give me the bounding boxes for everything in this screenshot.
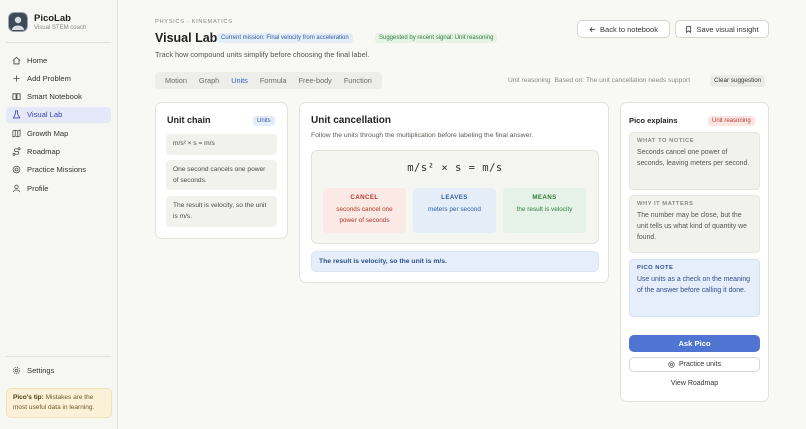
pico-explains-title: Pico explains [629,116,678,125]
practice-label: Practice units [678,361,722,368]
note-heading: PICO NOTE [637,265,674,271]
leaves-box: LEAVES meters per second [413,188,496,233]
practice-units-button[interactable]: Practice units [629,357,760,372]
unit-cancellation-title: Unit cancellation [311,115,392,126]
tab-motion[interactable]: Motion [159,76,193,85]
chain-step: One second cancels one power of seconds. [166,160,277,190]
sidebar-item-profile[interactable]: Profile [6,180,111,196]
sidebar-item-growth-map[interactable]: Growth Map [6,125,111,141]
sidebar-item-label: Add Problem [27,73,71,83]
flask-icon [12,110,21,119]
leaves-text: meters per second [428,206,481,213]
mission-pill: Current mission: Final velocity from acc… [217,33,353,43]
sidebar: PicoLab Visual STEM coach Home Add Probl… [0,0,118,429]
sidebar-item-settings[interactable]: Settings [12,366,54,375]
arrow-left-icon [589,26,596,32]
unit-cancellation-card: Unit cancellation Follow the units throu… [299,102,609,283]
plus-icon [12,74,21,83]
suggestion-reason: Unit reasoning Based on: The unit cancell… [508,77,690,84]
units-badge: Units [253,116,275,126]
unit-reasoning-badge: Unit reasoning [708,116,755,126]
page-description: Track how compound units simplify before… [155,50,370,59]
chain-step: The result is velocity, so the unit is m… [166,196,277,227]
unit-equation: m/s² × s = m/s [407,162,503,174]
unit-chain-title: Unit chain [167,115,211,125]
tab-units[interactable]: Units [225,76,254,85]
sidebar-item-label: Smart Notebook [27,92,82,102]
notice-text: Seconds cancel one power of seconds, lea… [637,149,750,168]
sidebar-item-label: Growth Map [27,128,69,138]
target-icon [668,361,675,368]
cancel-box: CANCEL seconds cancel one power of secon… [323,188,406,233]
cancel-text: seconds cancel one power of seconds [336,206,393,224]
page-title: Visual Lab [155,31,218,45]
sidebar-item-add-problem[interactable]: Add Problem [6,70,111,86]
what-to-notice-box: WHAT TO NOTICE Seconds cancel one power … [629,132,760,190]
gear-icon [12,366,21,375]
means-box: MEANS the result is velocity [503,188,586,233]
settings-label: Settings [27,366,55,375]
unit-chain-card: Unit chain Units m/s² × s = m/s One seco… [155,102,288,239]
save-visual-insight-button[interactable]: Save visual insight [675,20,769,38]
sidebar-item-label: Roadmap [27,146,60,156]
clear-suggestion-button[interactable]: Clear suggestion [710,75,766,87]
tip-label: Pico's tip: [13,394,44,401]
breadcrumb: PHYSICS · KINEMATICS [155,19,233,25]
save-label: Save visual insight [696,24,759,34]
cancel-heading: CANCEL [350,194,379,201]
brand-name: PicoLab [34,13,71,24]
back-label: Back to notebook [600,24,658,34]
divider [6,356,111,357]
sidebar-item-visual-lab[interactable]: Visual Lab [6,106,111,123]
means-heading: MEANS [532,194,557,201]
brand[interactable]: PicoLab Visual STEM coach [8,12,86,32]
tab-formula[interactable]: Formula [254,76,293,85]
tab-free-body[interactable]: Free-body [293,76,338,85]
divider [6,42,111,43]
tab-graph[interactable]: Graph [193,76,225,85]
leaves-heading: LEAVES [441,194,468,201]
home-icon [12,56,21,65]
suggestion-pill: Suggested by recent signal: Unit reasoni… [375,33,498,43]
based-on-text: Based on: The unit cancellation needs su… [554,77,691,84]
chain-step: m/s² × s = m/s [166,134,277,155]
pico-note-box: PICO NOTE Use units as a check on the me… [629,259,760,317]
sidebar-item-label: Practice Missions [27,165,87,175]
tip-card: Pico's tip: Mistakes are the most useful… [6,388,112,418]
main-content: PHYSICS · KINEMATICS Visual Lab Current … [118,0,806,429]
reason-label: Unit reasoning [508,77,551,84]
sidebar-item-smart-notebook[interactable]: Smart Notebook [6,89,111,105]
brand-subtitle: Visual STEM coach [34,25,87,31]
sidebar-item-label: Profile [27,183,49,193]
visual-tabs: Motion Graph Units Formula Free-body Fun… [155,72,382,89]
sidebar-nav: Home Add Problem Smart Notebook Visual L… [6,52,111,198]
back-to-notebook-button[interactable]: Back to notebook [577,20,670,38]
sidebar-item-label: Visual Lab [27,110,63,120]
tab-function[interactable]: Function [338,76,378,85]
sidebar-item-roadmap[interactable]: Roadmap [6,143,111,159]
book-icon [12,92,21,101]
user-icon [12,184,21,193]
cancellation-panel: m/s² × s = m/s CANCEL seconds cancel one… [311,150,599,244]
map-icon [12,129,21,138]
result-banner: The result is velocity, so the unit is m… [311,251,599,272]
ask-pico-button[interactable]: Ask Pico [629,335,760,352]
target-icon [12,165,21,174]
notice-heading: WHAT TO NOTICE [637,138,695,144]
matters-heading: WHY IT MATTERS [637,201,694,207]
view-roadmap-link[interactable]: View Roadmap [629,380,760,387]
sidebar-item-practice-missions[interactable]: Practice Missions [6,162,111,178]
route-icon [12,147,21,156]
unit-cancellation-description: Follow the units through the multiplicat… [311,132,534,139]
sidebar-item-label: Home [27,55,48,65]
note-text: Use units as a check on the meaning of t… [637,276,750,295]
pico-explains-card: Pico explains Unit reasoning WHAT TO NOT… [620,102,769,402]
brand-logo-icon [8,12,28,32]
matters-text: The number may be close, but the unit te… [637,212,747,242]
sidebar-item-home[interactable]: Home [6,52,111,68]
bookmark-icon [686,25,692,33]
means-text: the result is velocity [516,206,573,213]
why-it-matters-box: WHY IT MATTERS The number may be close, … [629,195,760,253]
